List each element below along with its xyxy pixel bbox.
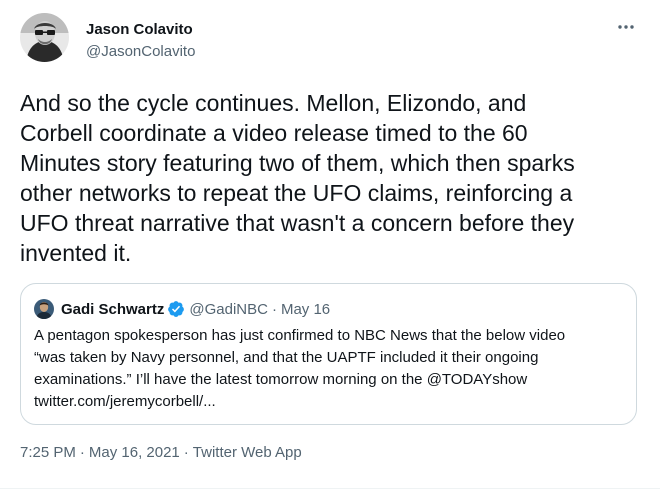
meta-separator: ·: [79, 444, 85, 461]
quoted-tweet-date[interactable]: May 16: [281, 301, 330, 318]
tweet-text: And so the cycle continues. Mellon, Eliz…: [20, 88, 650, 268]
tweet-text-line: Corbell coordinate a video release timed…: [20, 120, 528, 146]
tweet-text-line: And so the cycle continues. Mellon, Eliz…: [20, 90, 527, 116]
tweet-text-line: invented it.: [20, 240, 132, 266]
quoted-author-display-name[interactable]: Gadi Schwartz: [61, 301, 164, 318]
author-display-name[interactable]: Jason Colavito: [86, 20, 195, 40]
tweet-text-line: Minutes story featuring two of them, whi…: [20, 150, 575, 176]
quoted-text-line: examinations.” I’ll have the latest tomo…: [34, 371, 528, 388]
quoted-author-avatar-image: [34, 299, 54, 319]
verified-badge-icon: [167, 300, 185, 318]
tweet-detail: Jason Colavito @JasonColavito And so the…: [0, 0, 660, 489]
tweet-metadata: 7:25 PM · May 16, 2021 · Twitter Web App: [20, 443, 302, 463]
author-handle[interactable]: @JasonColavito: [86, 42, 195, 62]
quoted-text-line: “was taken by Navy personnel, and that t…: [34, 349, 539, 366]
quoted-author-avatar[interactable]: [34, 299, 54, 319]
quoted-text-line: A pentagon spokesperson has just confirm…: [34, 327, 566, 344]
tweet-text-line: UFO threat narrative that wasn't a conce…: [20, 210, 575, 236]
quoted-tweet-card[interactable]: Gadi Schwartz @GadiNBC · May 16 A pentag…: [20, 283, 637, 425]
author-info: Jason Colavito @JasonColavito: [86, 20, 195, 62]
quoted-author-handle[interactable]: @GadiNBC: [189, 301, 268, 318]
tweet-source[interactable]: Twitter Web App: [193, 444, 302, 461]
tweet-date[interactable]: May 16, 2021: [89, 444, 180, 461]
author-avatar-image: [20, 13, 69, 62]
quoted-text-link[interactable]: twitter.com/jeremycorbell/...: [34, 393, 216, 410]
author-avatar[interactable]: [20, 13, 69, 62]
quoted-tweet-text: A pentagon spokesperson has just confirm…: [34, 325, 624, 413]
meta-separator: ·: [183, 444, 189, 461]
quoted-header-separator: ·: [271, 300, 277, 318]
more-options-icon: [618, 25, 634, 29]
more-options-button[interactable]: [614, 17, 638, 37]
tweet-time[interactable]: 7:25 PM: [20, 444, 76, 461]
quoted-tweet-header: Gadi Schwartz @GadiNBC · May 16: [34, 297, 330, 321]
tweet-text-line: other networks to repeat the UFO claims,…: [20, 180, 573, 206]
